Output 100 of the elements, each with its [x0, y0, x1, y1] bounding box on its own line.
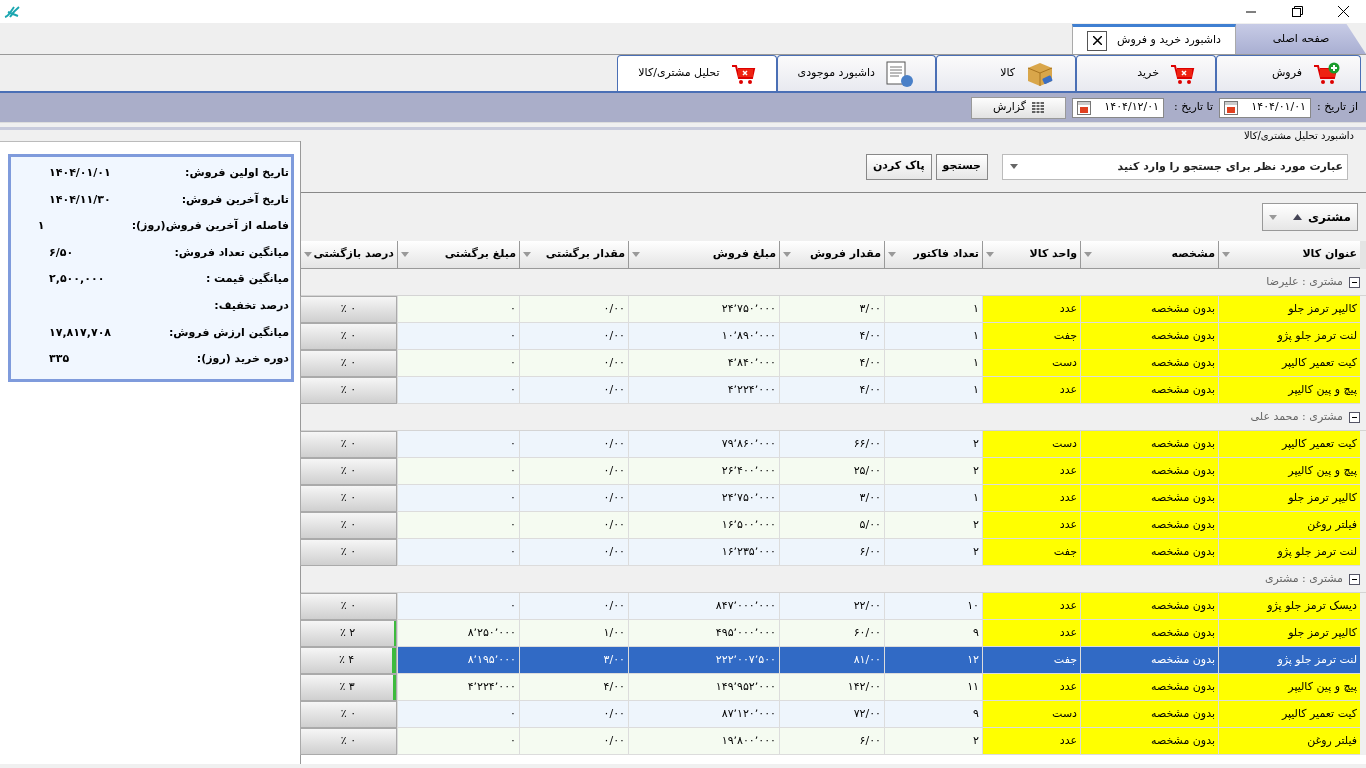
- table-row[interactable]: فیلتر روغن بدون مشخصه عدد ۲ ۵/۰۰ ۱۶٬۵۰۰٬۰۰۰ ۰/۰۰ ۰ ٪ ۰: [301, 512, 1366, 539]
- table-row[interactable]: لنت ترمز جلو پژو بدون مشخصه جفت ۱۲ ۸۱/۰۰ ۲۲۲٬۰۰۷٬۵۰۰ ۳/۰۰ ۸٬۱۹۵٬۰۰۰ ٪ ۴: [301, 647, 1366, 674]
- table-row[interactable]: پیچ و پین کالیپر بدون مشخصه عدد ۲ ۲۵/۰۰ ۲۶٬۴۰۰٬۰۰۰ ۰/۰۰ ۰ ٪ ۰: [301, 458, 1366, 485]
- collapse-icon[interactable]: [1349, 276, 1360, 288]
- table-cell: پیچ و پین کالیپر: [1218, 377, 1360, 404]
- column-header[interactable]: مبلغ برگشتی: [397, 241, 519, 269]
- column-header[interactable]: مقدار فروش: [779, 241, 884, 269]
- ribbon-tab[interactable]: کالا: [936, 55, 1076, 91]
- column-header[interactable]: واحد کالا: [982, 241, 1080, 269]
- table-cell: لنت ترمز جلو پژو: [1218, 323, 1360, 350]
- table-cell: ۲۵/۰۰: [779, 458, 884, 485]
- close-icon: [1092, 36, 1102, 45]
- table-cell: ۰: [397, 485, 519, 512]
- table-cell: ۱: [884, 350, 982, 377]
- group-by-chip[interactable]: مشتری: [1262, 203, 1358, 231]
- table-row[interactable]: کیت تعمیر کالیپر بدون مشخصه دست ۹ ۷۲/۰۰ ۸۷٬۱۲۰٬۰۰۰ ۰/۰۰ ۰ ٪ ۰: [301, 701, 1366, 728]
- table-cell: عدد: [982, 674, 1080, 701]
- table-cell: عدد: [982, 620, 1080, 647]
- dropdown-icon: [1269, 214, 1277, 220]
- table-cell: ۲: [884, 512, 982, 539]
- summary-label: تاریخ آخرین فروش:: [180, 191, 289, 208]
- table-row[interactable]: دیسک ترمز جلو پژو بدون مشخصه عدد ۱۰ ۲۲/۰۰ ۸۴۷٬۰۰۰٬۰۰۰ ۰/۰۰ ۰ ٪ ۰: [301, 593, 1366, 620]
- date-field[interactable]: ۱۴۰۴/۱۲/۰۱: [1072, 97, 1165, 118]
- return-percent: ٪ ۰: [340, 463, 357, 480]
- filter-dropdown-icon: [1222, 252, 1230, 257]
- collapse-icon[interactable]: [1349, 411, 1360, 423]
- table-row[interactable]: پیچ و پین کالیپر بدون مشخصه عدد ۱۱ ۱۴۲/۰۰ ۱۴۹٬۹۵۲٬۰۰۰ ۴/۰۰ ۴٬۲۲۴٬۰۰۰ ٪ ۳: [301, 674, 1366, 701]
- table-row[interactable]: لنت ترمز جلو پژو بدون مشخصه جفت ۲ ۶/۰۰ ۱۶٬۲۳۵٬۰۰۰ ۰/۰۰ ۰ ٪ ۰: [301, 539, 1366, 566]
- return-percent: ٪ ۰: [340, 436, 357, 453]
- table-cell: عدد: [982, 593, 1080, 620]
- column-header[interactable]: مقدار برگشتی: [519, 241, 628, 269]
- ribbon-tab[interactable]: تحلیل مشتری/کالا: [617, 55, 777, 91]
- table-cell: بدون مشخصه: [1080, 701, 1218, 728]
- table-cell: ۶/۰۰: [779, 539, 884, 566]
- collapse-icon[interactable]: [1349, 573, 1360, 585]
- table-cell: ۱: [884, 323, 982, 350]
- table-cell: لنت ترمز جلو پژو: [1218, 539, 1360, 566]
- column-header[interactable]: عنوان کالا: [1218, 241, 1360, 269]
- date-field[interactable]: ۱۴۰۴/۰۱/۰۱: [1219, 97, 1312, 118]
- table-cell: بدون مشخصه: [1080, 350, 1218, 377]
- table-cell: ۴٬۸۴۰٬۰۰۰: [628, 350, 779, 377]
- ribbon-tab[interactable]: داشبورد موجودی: [776, 55, 936, 91]
- table-cell: ۲۴٬۷۵۰٬۰۰۰: [628, 485, 779, 512]
- table-cell: ۰: [397, 377, 519, 404]
- table-row[interactable]: فیلتر روغن بدون مشخصه عدد ۲ ۶/۰۰ ۱۹٬۸۰۰٬۰۰۰ ۰/۰۰ ۰ ٪ ۰: [301, 728, 1366, 755]
- table-cell: ۴/۰۰: [779, 350, 884, 377]
- table-row[interactable]: کیت تعمیر کالیپر بدون مشخصه دست ۲ ۶۶/۰۰ ۷۹٬۸۶۰٬۰۰۰ ۰/۰۰ ۰ ٪ ۰: [301, 431, 1366, 458]
- table-row[interactable]: کالیپر ترمز جلو بدون مشخصه عدد ۹ ۶۰/۰۰ ۴۹۵٬۰۰۰٬۰۰۰ ۱/۰۰ ۸٬۲۵۰٬۰۰۰ ٪ ۲: [301, 620, 1366, 647]
- table-row[interactable]: لنت ترمز جلو پژو بدون مشخصه جفت ۱ ۴/۰۰ ۱۰٬۸۹۰٬۰۰۰ ۰/۰۰ ۰ ٪ ۰: [301, 323, 1366, 350]
- summary-value: ۲,۵۰۰,۰۰۰: [49, 271, 106, 288]
- column-header[interactable]: مبلغ فروش: [628, 241, 779, 269]
- table-cell: ۰/۰۰: [519, 377, 628, 404]
- table-cell: ۱/۰۰: [519, 620, 628, 647]
- table-row[interactable]: کالیپر ترمز جلو بدون مشخصه عدد ۱ ۳/۰۰ ۲۴٬۷۵۰٬۰۰۰ ۰/۰۰ ۰ ٪ ۰: [301, 296, 1366, 323]
- table-cell: ۳/۰۰: [779, 296, 884, 323]
- column-header[interactable]: درصد بازگشتی: [300, 241, 397, 269]
- table-cell: ۱۱: [884, 674, 982, 701]
- filter-dropdown-icon: [986, 252, 994, 257]
- table-cell: ۴/۰۰: [779, 377, 884, 404]
- tab-close-button[interactable]: [1087, 30, 1108, 51]
- table-cell: ۵/۰۰: [779, 512, 884, 539]
- summary-value: ۱۴۰۴/۰۱/۰۱: [49, 165, 112, 182]
- column-header[interactable]: تعداد فاکتور: [884, 241, 982, 269]
- ribbon-tab[interactable]: فروش: [1216, 55, 1361, 91]
- table-cell: ۴٬۲۲۴٬۰۰۰: [397, 674, 519, 701]
- document-tab[interactable]: صفحه اصلی: [1236, 24, 1366, 54]
- grid-icon: [1032, 101, 1045, 114]
- search-button[interactable]: جستجو: [935, 153, 988, 180]
- report-button[interactable]: گزارش: [971, 96, 1067, 119]
- table-row[interactable]: پیچ و پین کالیپر بدون مشخصه عدد ۱ ۴/۰۰ ۴٬۲۲۴٬۰۰۰ ۰/۰۰ ۰ ٪ ۰: [301, 377, 1366, 404]
- table-cell: عدد: [982, 296, 1080, 323]
- document-tab[interactable]: داشبورد خرید و فروش: [1072, 24, 1236, 54]
- return-percent: ٪ ۰: [340, 490, 357, 507]
- table-cell: ۰/۰۰: [519, 539, 628, 566]
- table-cell: ۰: [397, 512, 519, 539]
- column-header[interactable]: مشخصه: [1080, 241, 1218, 269]
- return-percent: ٪ ۰: [340, 733, 357, 750]
- filter-dropdown-icon: [888, 252, 896, 257]
- table-cell: بدون مشخصه: [1080, 458, 1218, 485]
- summary-label: میانگین تعداد فروش:: [173, 244, 289, 261]
- filter-dropdown-icon: [1084, 252, 1092, 257]
- return-percent: ٪ ۴: [338, 652, 355, 669]
- table-cell: ۱۲: [884, 647, 982, 674]
- clear-button[interactable]: پاک کردن: [865, 153, 932, 180]
- table-cell: ۰/۰۰: [519, 701, 628, 728]
- table-row[interactable]: کالیپر ترمز جلو بدون مشخصه عدد ۱ ۳/۰۰ ۲۴٬۷۵۰٬۰۰۰ ۰/۰۰ ۰ ٪ ۰: [301, 485, 1366, 512]
- table-cell: جفت: [982, 323, 1080, 350]
- table-row[interactable]: کیت تعمیر کالیپر بدون مشخصه دست ۱ ۴/۰۰ ۴٬۸۴۰٬۰۰۰ ۰/۰۰ ۰ ٪ ۰: [301, 350, 1366, 377]
- table-cell: بدون مشخصه: [1080, 539, 1218, 566]
- table-cell: ۱۴۹٬۹۵۲٬۰۰۰: [628, 674, 779, 701]
- table-cell: فیلتر روغن: [1218, 728, 1360, 755]
- close-icon: [1337, 6, 1349, 17]
- table-cell: عدد: [982, 728, 1080, 755]
- summary-value: ۱۷,۸۱۷,۷۰۸: [49, 324, 113, 341]
- ribbon-tab[interactable]: خرید: [1076, 55, 1216, 91]
- return-percent: ٪ ۰: [340, 706, 357, 723]
- table-cell: بدون مشخصه: [1080, 296, 1218, 323]
- search-field[interactable]: عبارت مورد نظر برای جستجو را وارد کنید: [1002, 153, 1348, 180]
- table-cell: بدون مشخصه: [1080, 323, 1218, 350]
- table-cell: ۲۴٬۷۵۰٬۰۰۰: [628, 296, 779, 323]
